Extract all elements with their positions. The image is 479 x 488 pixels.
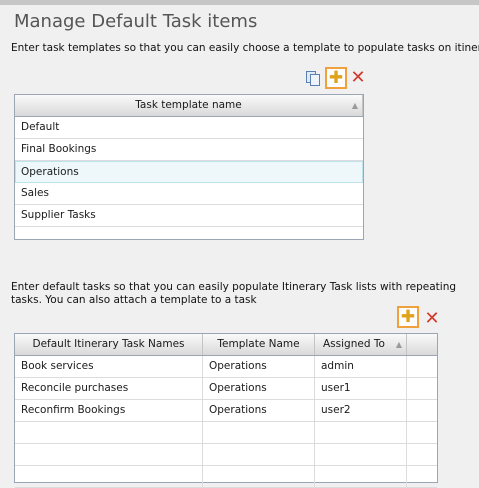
column-header-extra [407, 334, 437, 355]
empty-cell [15, 444, 203, 465]
task-templates-grid: Task template name ▲ Default Final Booki… [14, 94, 364, 240]
assigned-to-cell: user2 [315, 400, 407, 421]
column-header-label: Template Name [217, 338, 300, 350]
add-task-button[interactable]: ✚ [397, 306, 419, 328]
empty-row[interactable] [15, 466, 437, 488]
template-name-cell: Final Bookings [21, 143, 97, 155]
empty-cell [15, 422, 203, 443]
table-row[interactable]: Default [15, 117, 363, 139]
assigned-to-cell: admin [315, 356, 407, 377]
empty-cell [15, 466, 203, 487]
add-template-button[interactable]: ✚ [325, 67, 347, 89]
copy-icon [306, 71, 320, 86]
template-name-cell: Operations [203, 378, 315, 399]
empty-cell [407, 378, 437, 399]
empty-cell [407, 400, 437, 421]
empty-cell [315, 422, 407, 443]
empty-cell [203, 444, 315, 465]
template-name-cell: Operations [21, 166, 79, 178]
delete-icon: ✕ [350, 67, 366, 88]
empty-cell [407, 422, 437, 443]
table-row[interactable]: Reconfirm Bookings Operations user2 [15, 400, 437, 422]
template-name-cell: Operations [203, 356, 315, 377]
column-header-label: Task template name [135, 99, 242, 111]
empty-cell [407, 444, 437, 465]
table-row[interactable]: Reconcile purchases Operations user1 [15, 378, 437, 400]
page-title: Manage Default Task items [14, 11, 258, 32]
column-header-task-names[interactable]: Default Itinerary Task Names [15, 334, 203, 355]
assigned-to-cell: user1 [315, 378, 407, 399]
copy-button[interactable] [304, 69, 322, 87]
task-name-cell: Reconfirm Bookings [15, 400, 203, 421]
empty-row[interactable] [15, 422, 437, 444]
default-tasks-grid: Default Itinerary Task Names Template Na… [14, 333, 438, 488]
template-name-cell: Operations [203, 400, 315, 421]
task-name-cell: Book services [15, 356, 203, 377]
column-header-label: Assigned To [323, 338, 385, 350]
template-name-cell: Default [21, 121, 60, 133]
table-row-selected[interactable]: Operations [15, 161, 363, 183]
delete-template-button[interactable]: ✕ [349, 69, 367, 87]
grid-header: Task template name ▲ [15, 95, 363, 117]
table-row[interactable]: Sales [15, 183, 363, 205]
grid-header: Default Itinerary Task Names Template Na… [15, 334, 437, 356]
delete-task-button[interactable]: ✕ [423, 310, 441, 328]
empty-cell [203, 466, 315, 487]
table-row[interactable]: Final Bookings [15, 139, 363, 161]
column-header-label: Default Itinerary Task Names [32, 338, 185, 350]
table-row[interactable]: Book services Operations admin [15, 356, 437, 378]
empty-cell [315, 466, 407, 487]
empty-cell [315, 444, 407, 465]
template-name-cell: Supplier Tasks [21, 209, 96, 221]
sort-icon: ▲ [351, 101, 358, 110]
empty-row[interactable] [15, 444, 437, 466]
template-name-cell: Sales [21, 187, 49, 199]
delete-icon: ✕ [424, 308, 440, 329]
empty-cell [203, 422, 315, 443]
column-header-assigned-to[interactable]: Assigned To ▲ [315, 334, 407, 355]
column-header-template-name[interactable]: Template Name [203, 334, 315, 355]
templates-description: Enter task templates so that you can eas… [11, 42, 479, 54]
column-header-task-template-name[interactable]: Task template name ▲ [15, 95, 363, 116]
sort-icon: ▲ [395, 340, 402, 349]
task-name-cell: Reconcile purchases [15, 378, 203, 399]
add-icon: ✚ [400, 306, 416, 327]
top-border [0, 0, 479, 5]
tasks-description: Enter default tasks so that you can easi… [11, 281, 457, 306]
table-row[interactable]: Supplier Tasks [15, 205, 363, 227]
empty-cell [407, 466, 437, 487]
add-icon: ✚ [328, 67, 344, 88]
empty-cell [407, 356, 437, 377]
